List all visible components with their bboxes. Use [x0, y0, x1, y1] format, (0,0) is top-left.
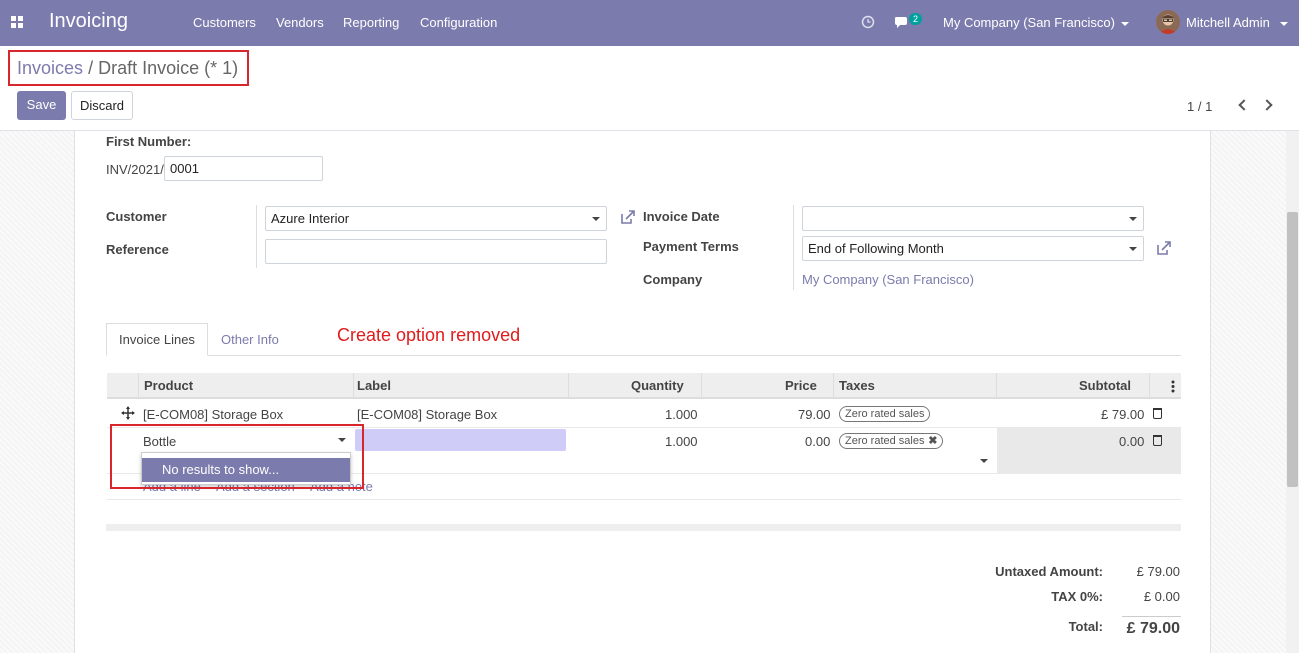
row2-price[interactable]: 0.00 — [805, 434, 830, 449]
tax-value: £ 0.00 — [1143, 589, 1180, 604]
row1-tax-tag[interactable]: Zero rated sales — [839, 406, 931, 422]
chat-icon[interactable] — [894, 15, 910, 29]
scrollbar-thumb[interactable] — [1287, 212, 1298, 487]
column-divider — [353, 373, 354, 399]
chevron-down-icon — [1129, 247, 1137, 251]
menu-vendors[interactable]: Vendors — [276, 15, 324, 30]
row2-quantity[interactable]: 1.000 — [665, 434, 698, 449]
field-divider — [256, 205, 257, 268]
row-divider — [107, 499, 1181, 500]
column-header-taxes[interactable]: Taxes — [839, 378, 875, 393]
total-value: £ 79.00 — [1126, 620, 1180, 637]
trash-icon[interactable] — [1153, 408, 1162, 419]
column-header-label[interactable]: Label — [357, 378, 391, 393]
trash-icon[interactable] — [1153, 435, 1162, 446]
tax-label: TAX 0%: — [1051, 589, 1103, 604]
total-label: Total: — [1068, 619, 1103, 634]
discard-button[interactable]: Discard — [71, 91, 133, 120]
column-header-quantity[interactable]: Quantity — [631, 378, 684, 393]
first-number-input[interactable]: 0001 — [164, 156, 323, 181]
payment-terms-label: Payment Terms — [643, 239, 739, 254]
row1-quantity[interactable]: 1.000 — [665, 407, 698, 422]
messages-badge: 2 — [909, 13, 923, 25]
row1-product[interactable]: [E-COM08] Storage Box — [143, 407, 283, 422]
tab-other-info[interactable]: Other Info — [221, 332, 279, 347]
customer-value: Azure Interior — [271, 211, 350, 226]
menu-customers[interactable]: Customers — [193, 15, 256, 30]
company-switcher[interactable]: My Company (San Francisco) — [943, 15, 1129, 30]
chevron-down-icon — [1120, 21, 1129, 26]
avatar[interactable] — [1156, 10, 1180, 34]
user-menu[interactable]: Mitchell Admin — [1186, 15, 1288, 30]
column-options-icon[interactable] — [1171, 380, 1175, 393]
row2-tax-tag[interactable]: Zero rated sales ✖ — [839, 433, 944, 449]
row2-tax-label: Zero rated sales — [845, 435, 925, 447]
apps-menu-icon[interactable] — [11, 16, 23, 28]
chevron-down-icon[interactable] — [980, 459, 988, 463]
row1-label[interactable]: [E-COM08] Storage Box — [357, 407, 497, 422]
row1-price[interactable]: 79.00 — [798, 407, 831, 422]
clock-icon[interactable] — [861, 15, 875, 29]
untaxed-amount-value: £ 79.00 — [1136, 564, 1180, 579]
top-navbar: Invoicing Customers Vendors Reporting Co… — [0, 0, 1299, 46]
payment-terms-select[interactable]: End of Following Month — [802, 236, 1144, 261]
column-header-price[interactable]: Price — [785, 378, 817, 393]
column-divider — [996, 373, 997, 399]
row2-subtotal-cell — [997, 427, 1181, 473]
column-divider — [1149, 373, 1150, 399]
untaxed-amount-label: Untaxed Amount: — [995, 564, 1103, 579]
company-name: My Company (San Francisco) — [943, 15, 1115, 30]
chevron-down-icon — [1129, 217, 1137, 221]
annotation-box-dropdown — [110, 424, 364, 489]
tabs-divider — [106, 355, 1181, 356]
first-number-label: First Number: — [106, 134, 192, 149]
row1-subtotal: £ 79.00 — [1101, 407, 1145, 422]
menu-reporting[interactable]: Reporting — [343, 15, 399, 30]
column-divider — [568, 373, 569, 399]
number-prefix: INV/2021/ — [106, 162, 164, 177]
customer-select[interactable]: Azure Interior — [265, 206, 607, 231]
menu-configuration[interactable]: Configuration — [420, 15, 497, 30]
company-label: Company — [643, 272, 703, 287]
external-link-icon[interactable] — [620, 209, 636, 225]
field-divider — [793, 205, 794, 290]
user-name: Mitchell Admin — [1186, 15, 1270, 30]
column-divider — [701, 373, 702, 399]
company-link[interactable]: My Company (San Francisco) — [802, 272, 974, 287]
app-name[interactable]: Invoicing — [49, 10, 128, 33]
column-header-product[interactable]: Product — [144, 378, 193, 393]
chevron-down-icon — [1279, 21, 1288, 26]
pager-value[interactable]: 1 / 1 — [1187, 99, 1212, 114]
column-divider — [138, 373, 139, 399]
column-header-subtotal[interactable]: Subtotal — [1079, 378, 1131, 393]
reference-input[interactable] — [265, 239, 607, 264]
annotation-text: Create option removed — [337, 325, 521, 345]
customer-label: Customer — [106, 209, 167, 224]
annotation-box-breadcrumb — [8, 50, 249, 86]
row2-subtotal: 0.00 — [1119, 434, 1145, 449]
tab-invoice-lines[interactable]: Invoice Lines — [106, 323, 208, 356]
invoice-date-input[interactable] — [802, 206, 1144, 231]
external-link-icon[interactable] — [1156, 240, 1172, 256]
save-button[interactable]: Save — [17, 91, 66, 120]
reference-label: Reference — [106, 242, 169, 257]
invoice-date-label: Invoice Date — [643, 209, 720, 224]
column-divider — [833, 373, 834, 399]
drag-handle-icon[interactable] — [121, 406, 135, 420]
remove-tag-icon[interactable]: ✖ — [928, 434, 937, 448]
chevron-down-icon — [592, 217, 600, 221]
section-divider — [106, 524, 1181, 531]
payment-terms-value: End of Following Month — [808, 241, 944, 256]
totals-divider — [1122, 616, 1181, 617]
row2-label-input[interactable] — [355, 429, 566, 451]
